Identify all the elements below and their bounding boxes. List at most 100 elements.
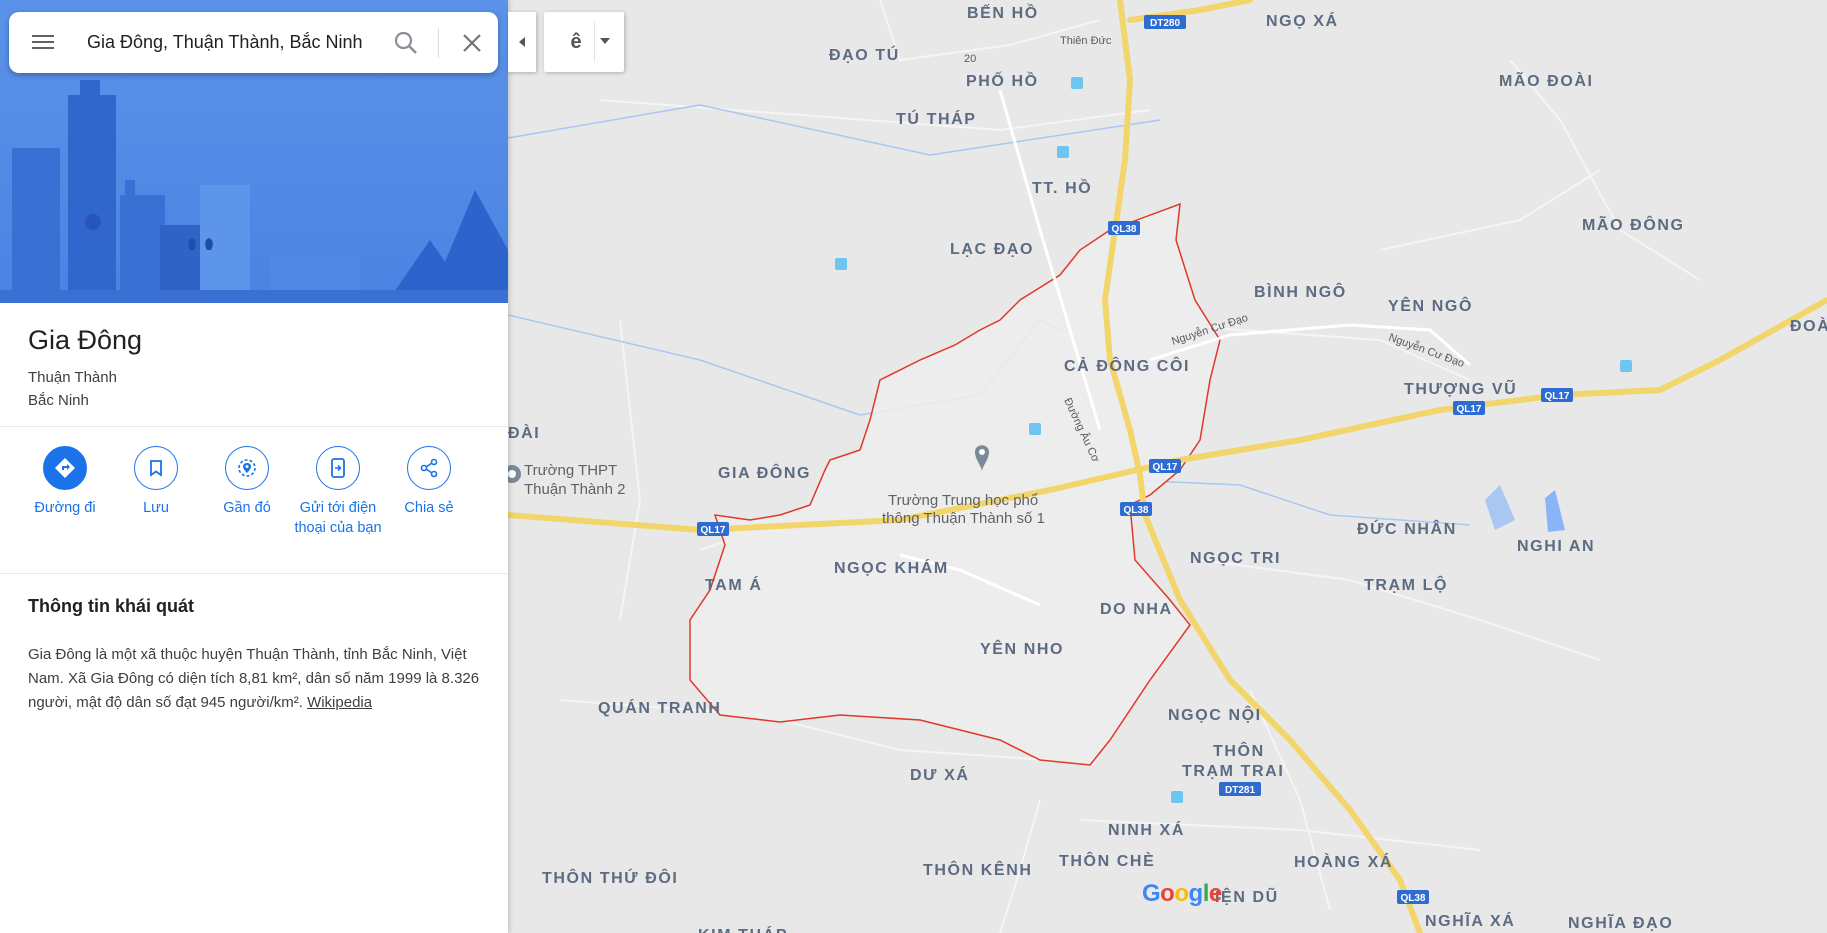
bus-stop-icon <box>835 258 847 270</box>
place-label: YÊN NHO <box>980 639 1064 658</box>
place-label: ĐÀI <box>508 423 540 442</box>
place-label: ĐẠO TÚ <box>829 45 900 64</box>
road-shield-ql38: QL38 <box>1120 502 1152 516</box>
place-label: PHỐ HỒ <box>966 70 1039 90</box>
save-button[interactable]: Lưu <box>111 446 201 518</box>
road-shield-dt280: DT280 <box>1144 15 1186 29</box>
place-label: NINH XÁ <box>1108 820 1185 839</box>
google-logo: Google <box>1142 880 1222 907</box>
divider <box>0 426 508 427</box>
place-label: TRẠM TRAI <box>1182 763 1284 780</box>
bus-stop-icon <box>1620 360 1632 372</box>
place-label: ĐỨC NHÂN <box>1357 519 1457 538</box>
place-label: YÊN NGÔ <box>1388 296 1473 315</box>
directions-label: Đường đi <box>34 500 96 516</box>
nearby-button[interactable]: Gần đó <box>202 446 292 518</box>
send-to-phone-icon <box>316 446 360 490</box>
bookmark-icon <box>134 446 178 490</box>
bus-stop-icon <box>1071 77 1083 89</box>
place-label: BẾN HỒ <box>967 3 1039 22</box>
place-label: LẠC ĐẠO <box>950 241 1034 258</box>
divider <box>438 28 439 58</box>
place-label: ĐOÀ <box>1790 316 1827 335</box>
place-label: DO NHA <box>1100 601 1173 618</box>
overview-body: Gia Đông là một xã thuộc huyện Thuận Thà… <box>28 646 480 711</box>
nearby-icon <box>225 446 269 490</box>
send-to-phone-button[interactable]: Gửi tới điện thoại của bạn <box>293 446 383 538</box>
search-icon[interactable] <box>393 30 419 56</box>
bus-stop-icon <box>1057 146 1069 158</box>
svg-text:QL38: QL38 <box>1400 893 1425 904</box>
poi-label[interactable]: Trường THPT <box>524 462 617 479</box>
place-label: TÚ THÁP <box>896 109 977 128</box>
road-shield-ql17: QL17 <box>1541 388 1573 402</box>
road-shield-ql17: QL17 <box>697 522 729 536</box>
place-label: NGỌC KHÁM <box>834 558 949 577</box>
input-method-glyph[interactable]: ê <box>558 26 594 58</box>
place-label: THÔN <box>1213 741 1265 760</box>
road-shield-ql17: QL17 <box>1453 401 1485 415</box>
share-icon <box>407 446 451 490</box>
overview-text: Gia Đông là một xã thuộc huyện Thuận Thà… <box>28 643 480 715</box>
side-panel: Gia Đông, Thuận Thành, Bắc Ninh Gia Đông… <box>0 0 508 933</box>
chevron-down-icon[interactable] <box>600 38 610 44</box>
search-box[interactable]: Gia Đông, Thuận Thành, Bắc Ninh <box>9 12 498 73</box>
place-label: TT. HỒ <box>1032 178 1092 197</box>
place-label: NGỌ XÁ <box>1266 11 1339 30</box>
place-label: IỆN DŨ <box>1215 886 1279 906</box>
svg-text:QL38: QL38 <box>1111 224 1136 235</box>
search-input[interactable]: Gia Đông, Thuận Thành, Bắc Ninh <box>87 32 377 53</box>
road-shield-ql38: QL38 <box>1108 221 1140 235</box>
overview-section: Thông tin khái quát Gia Đông là một xã t… <box>28 596 480 715</box>
place-district: Thuận Thành <box>28 369 117 386</box>
place-title: Gia Đông <box>28 325 143 355</box>
wikipedia-link[interactable]: Wikipedia <box>307 694 372 711</box>
place-label: HOÀNG XÁ <box>1294 852 1393 871</box>
poi-label[interactable]: thông Thuận Thành số 1 <box>882 510 1045 527</box>
place-label: NGHĨA ĐẠO <box>1568 912 1673 932</box>
menu-icon[interactable] <box>31 30 55 54</box>
place-label: NGHĨA XÁ <box>1425 910 1515 930</box>
place-label: NGHI AN <box>1517 538 1595 555</box>
place-label: GIA ĐÔNG <box>718 463 811 482</box>
place-label: MÃO ĐÔNG <box>1582 214 1685 234</box>
place-label: THÔN CHÈ <box>1059 851 1155 870</box>
share-label: Chia sẻ <box>404 500 454 516</box>
place-label: MÃO ĐOÀI <box>1499 70 1594 90</box>
collapse-panel-button[interactable] <box>508 12 536 72</box>
place-label: NGỌC TRI <box>1190 550 1281 567</box>
place-label: NGỌC NỘI <box>1168 705 1262 724</box>
share-button[interactable]: Chia sẻ <box>384 446 474 518</box>
place-label: TAM Á <box>705 575 762 594</box>
overview-title: Thông tin khái quát <box>28 596 194 616</box>
input-method-toggle[interactable]: ê <box>544 12 624 72</box>
street-label: 20 <box>964 53 976 65</box>
place-label: KIM THÁP <box>698 925 788 933</box>
poi-label[interactable]: Thuận Thành 2 <box>524 481 625 498</box>
place-label: QUÁN TRANH <box>598 698 722 717</box>
street-label: Thiên Đức <box>1060 35 1112 47</box>
directions-icon <box>43 446 87 490</box>
place-label: DƯ XÁ <box>910 765 970 784</box>
close-icon[interactable] <box>461 32 483 54</box>
svg-text:QL17: QL17 <box>1456 404 1481 415</box>
bus-stop-icon <box>1171 791 1183 803</box>
road-shield-ql17: QL17 <box>1149 459 1181 473</box>
svg-text:QL17: QL17 <box>1152 462 1177 473</box>
place-label: THƯỢNG VŨ <box>1404 378 1517 398</box>
road-shield-ql38: QL38 <box>1397 890 1429 904</box>
svg-text:DT281: DT281 <box>1225 785 1255 796</box>
place-label: CẢ ĐÔNG CÔI <box>1064 356 1190 375</box>
directions-button[interactable]: Đường đi <box>20 446 110 518</box>
send-to-phone-label: Gửi tới điện thoại của bạn <box>294 500 382 536</box>
bus-stop-icon <box>1029 423 1041 435</box>
place-label: TRẠM LỘ <box>1364 575 1448 594</box>
road-shield-dt281: DT281 <box>1219 782 1261 796</box>
save-label: Lưu <box>143 500 169 516</box>
svg-text:DT280: DT280 <box>1150 18 1180 29</box>
divider <box>594 22 595 62</box>
svg-text:QL17: QL17 <box>1544 391 1569 402</box>
nearby-label: Gần đó <box>223 500 271 516</box>
poi-label[interactable]: Trường Trung học phổ <box>888 492 1038 509</box>
divider <box>0 573 508 574</box>
